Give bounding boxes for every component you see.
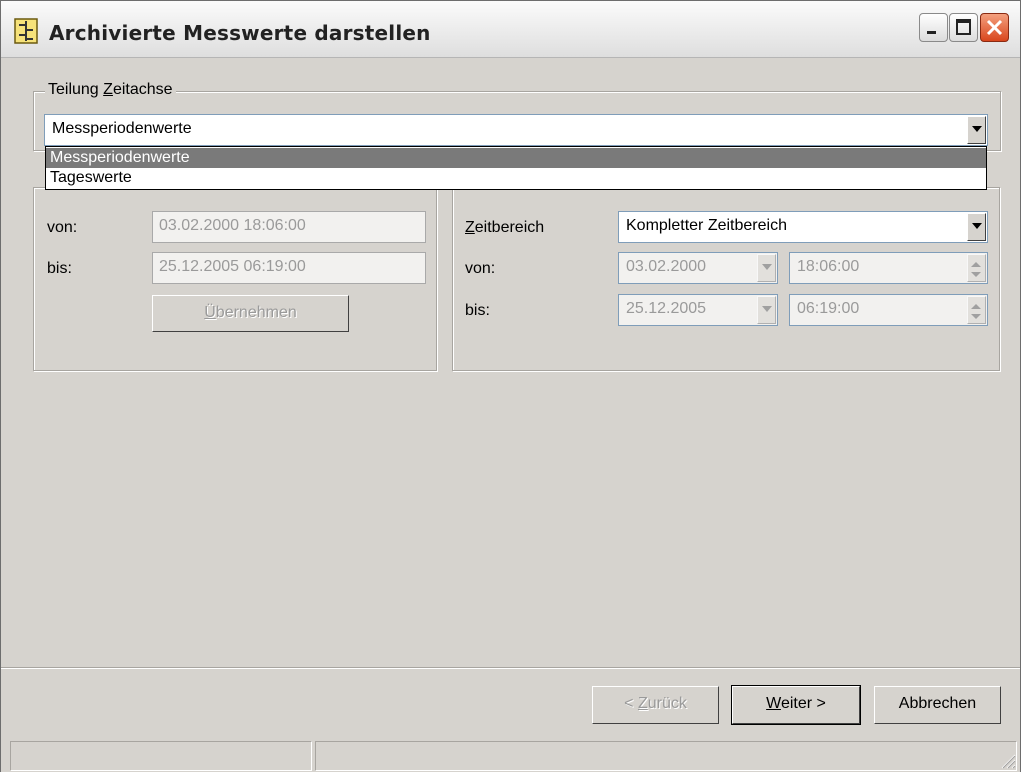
von-label-left: von: — [47, 219, 78, 236]
zeitbereich-dropdown-button[interactable] — [967, 213, 986, 241]
spin-up-icon — [971, 304, 981, 309]
close-icon — [986, 19, 1003, 36]
teilung-combobox[interactable]: Messperiodenwerte — [44, 114, 988, 146]
chevron-down-icon — [762, 264, 772, 270]
title-bar[interactable]: Archivierte Messwerte darstellen — [1, 1, 1020, 58]
bis-label-right: bis: — [465, 302, 490, 319]
von-time-field[interactable]: 18:06:00 — [789, 252, 988, 284]
maximize-icon — [956, 19, 971, 35]
teilung-dropdown-button[interactable] — [967, 116, 986, 144]
spin-down-icon — [971, 314, 981, 319]
bis-label-left: bis: — [47, 260, 72, 277]
teilung-dropdown-list: Messperiodenwerte Tageswerte — [45, 146, 987, 190]
spin-up-icon — [971, 262, 981, 267]
uebernehmen-button[interactable]: Übernehmen — [152, 295, 349, 332]
von-datetime-field[interactable]: 03.02.2000 18:06:00 — [152, 211, 426, 243]
weiter-button[interactable]: Weiter > — [731, 685, 861, 725]
bis-time-spinner[interactable] — [967, 296, 986, 324]
minimize-button[interactable] — [919, 13, 948, 42]
bis-date-dropdown-button[interactable] — [757, 296, 776, 324]
von-label-right: von: — [465, 260, 496, 277]
dropdown-option-messperiodenwerte[interactable]: Messperiodenwerte — [46, 148, 986, 168]
von-date-picker[interactable]: 03.02.2000 — [618, 252, 778, 284]
chevron-down-icon — [972, 223, 982, 229]
zurueck-button[interactable]: < Zurück — [592, 686, 719, 724]
zeitbereich-label: Zeitbereich — [465, 219, 545, 236]
von-date-dropdown-button[interactable] — [757, 254, 776, 282]
window-title: Archivierte Messwerte darstellen — [49, 21, 431, 45]
app-icon[interactable] — [14, 18, 38, 44]
bis-datetime-field[interactable]: 25.12.2005 06:19:00 — [152, 252, 426, 284]
minimize-icon — [927, 31, 936, 34]
teilung-selected-value: Messperiodenwerte — [52, 120, 192, 137]
footer-separator — [1, 667, 1020, 669]
abbrechen-button[interactable]: Abbrechen — [874, 686, 1001, 724]
chevron-down-icon — [972, 126, 982, 132]
maximize-button[interactable] — [949, 13, 978, 42]
bis-time-field[interactable]: 06:19:00 — [789, 294, 988, 326]
status-bar — [1, 739, 1020, 772]
dialog-window: Archivierte Messwerte darstellen Teilung… — [0, 0, 1021, 772]
bis-date-picker[interactable]: 25.12.2005 — [618, 294, 778, 326]
dropdown-option-tageswerte[interactable]: Tageswerte — [46, 168, 986, 188]
teilung-zeitachse-label: Teilung Zeitachse — [45, 81, 176, 99]
resize-grip-icon[interactable] — [1000, 753, 1016, 769]
zeitbereich-combobox[interactable]: Kompletter Zeitbereich — [618, 211, 988, 243]
spin-down-icon — [971, 272, 981, 277]
status-pane-left — [10, 741, 312, 771]
status-pane-right — [315, 741, 1017, 771]
von-time-spinner[interactable] — [967, 254, 986, 282]
chevron-down-icon — [762, 306, 772, 312]
close-button[interactable] — [980, 13, 1009, 42]
